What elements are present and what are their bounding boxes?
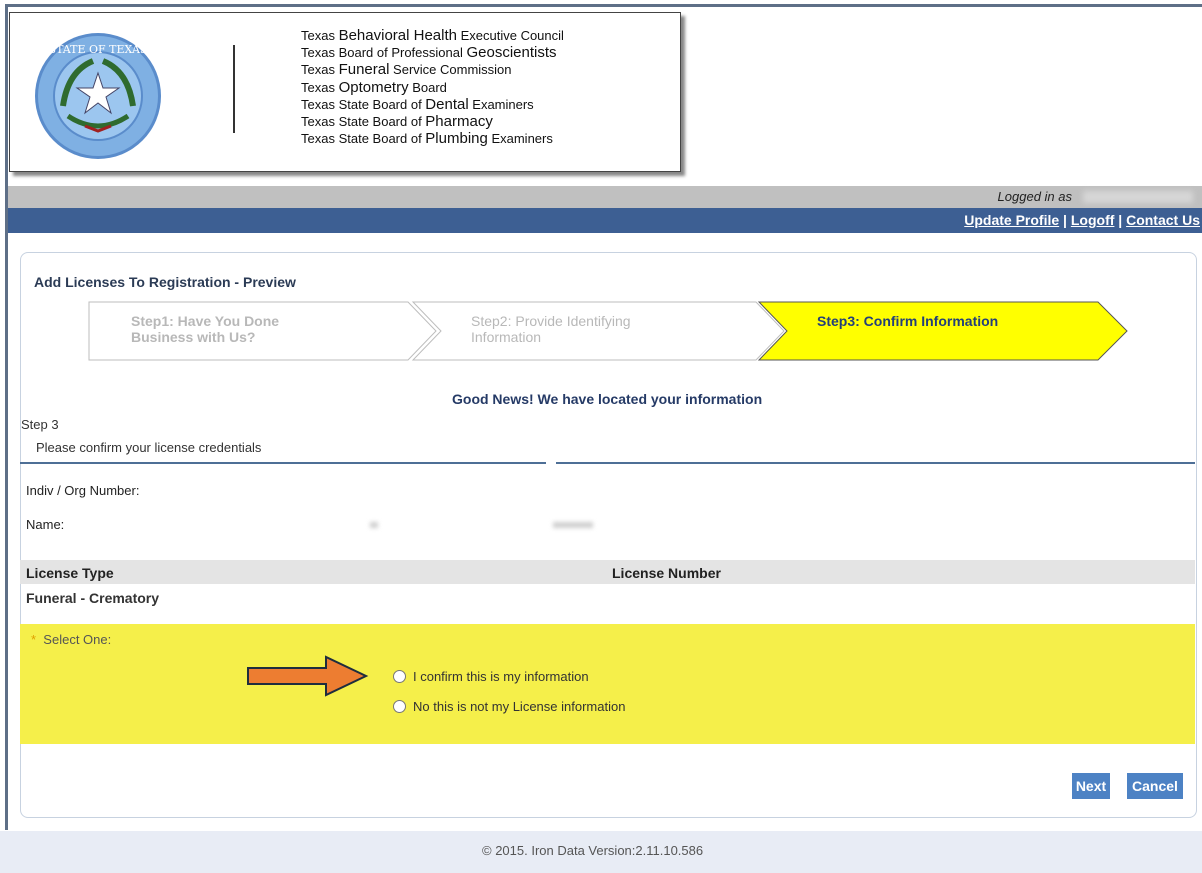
logged-in-label: Logged in as (997, 189, 1072, 204)
board-item: Texas Funeral Service Commission (301, 61, 512, 79)
board-item: Texas State Board of Dental Examiners (301, 95, 534, 113)
texas-state-seal-icon: STATE OF TEXAS (35, 33, 161, 159)
logoff-link[interactable]: Logoff (1071, 212, 1115, 228)
confirm-no-label[interactable]: No this is not my License information (413, 699, 625, 714)
redacted-name (370, 522, 378, 528)
board-item: Texas Board of Professional Geoscientist… (301, 44, 557, 62)
update-profile-link[interactable]: Update Profile (964, 212, 1059, 228)
board-item: Texas State Board of Pharmacy (301, 113, 493, 131)
board-item: Texas State Board of Plumbing Examiners (301, 130, 553, 148)
confirm-no-option[interactable]: No this is not my License information (393, 699, 625, 714)
agency-header: STATE OF TEXAS Texas Behavioral Health E… (9, 12, 681, 172)
svg-text:STATE OF TEXAS: STATE OF TEXAS (49, 43, 148, 56)
select-one-label: * Select One: (31, 632, 112, 647)
redacted-name (553, 522, 593, 528)
license-type-header: License Type (26, 565, 114, 581)
step2-label: Step2: Provide Identifying Information (471, 313, 631, 345)
cancel-button[interactable]: Cancel (1127, 773, 1183, 799)
step3-label: Step3: Confirm Information (817, 313, 999, 329)
contact-us-link[interactable]: Contact Us (1126, 212, 1200, 228)
board-item: Texas Behavioral Health Executive Counci… (301, 27, 564, 44)
step1-label: Step1: Have You Done Business with Us? (131, 313, 280, 345)
confirm-yes-option[interactable]: I confirm this is my information (393, 669, 589, 684)
license-type-cell: Funeral - Crematory (26, 590, 160, 606)
confirm-instruction: Please confirm your license credentials (36, 440, 262, 455)
good-news-message: Good News! We have located your informat… (452, 391, 763, 407)
header-divider (233, 45, 235, 133)
required-marker: * (31, 632, 37, 647)
board-item: Texas Optometry Board (301, 78, 447, 96)
step-number-label: Step 3 (21, 417, 59, 432)
confirm-no-radio[interactable] (393, 700, 406, 713)
board-list: Texas Behavioral Health Executive Counci… (301, 27, 564, 147)
license-number-header: License Number (612, 565, 721, 581)
confirmation-area (20, 624, 1195, 744)
footer-copyright: © 2015. Iron Data Version:2.11.10.586 (482, 843, 704, 858)
section-divider (20, 462, 546, 464)
step3-shape (757, 301, 1128, 361)
redacted-username (1083, 191, 1193, 203)
section-divider (556, 462, 1195, 464)
license-table-header (20, 560, 1195, 584)
name-label: Name: (26, 517, 65, 532)
next-button[interactable]: Next (1072, 773, 1110, 799)
nav-separator: | (1059, 212, 1071, 228)
confirm-yes-label[interactable]: I confirm this is my information (413, 669, 589, 684)
indiv-org-number-label: Indiv / Org Number: (26, 483, 140, 498)
confirm-yes-radio[interactable] (393, 670, 406, 683)
nav-links: Update Profile | Logoff | Contact Us (964, 212, 1200, 228)
arrow-pointer-icon (247, 655, 369, 697)
page-title: Add Licenses To Registration - Preview (34, 274, 296, 290)
nav-separator: | (1114, 212, 1127, 228)
